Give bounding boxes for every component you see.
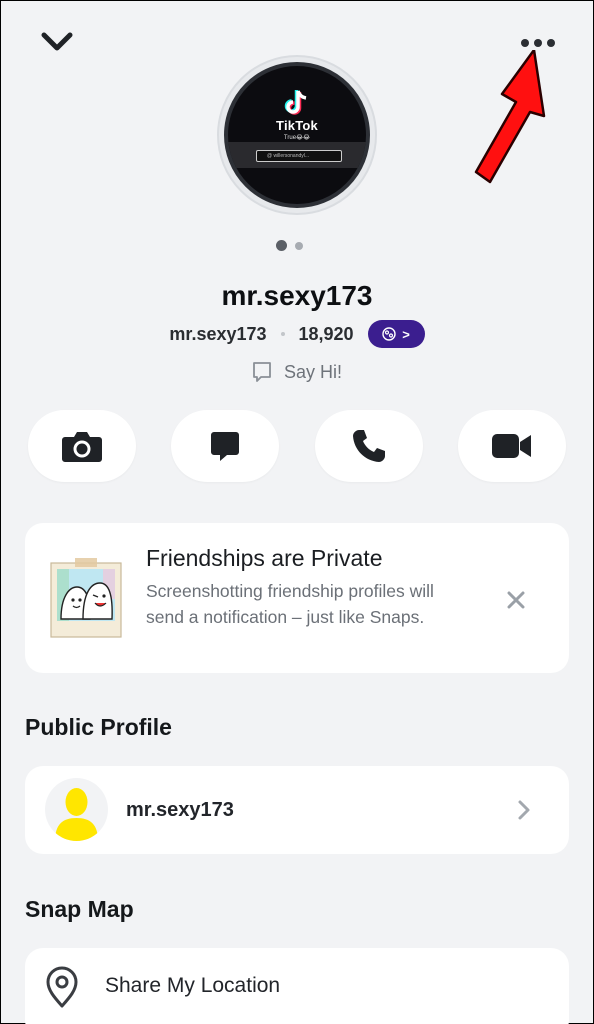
public-profile-heading: Public Profile	[25, 714, 172, 740]
more-horizontal-icon	[521, 39, 529, 47]
cancer-zodiac-icon	[382, 327, 396, 341]
say-hi-label: Say Hi!	[283, 361, 343, 382]
snap-map-heading: Snap Map	[25, 896, 134, 922]
display-name: mr.sexy173	[221, 280, 373, 311]
chevron-right-icon	[518, 800, 530, 820]
chat-bubble-outline-icon	[253, 362, 271, 382]
avatar-page-indicator	[276, 240, 303, 251]
chat-button[interactable]	[171, 410, 280, 482]
separator-dot	[280, 332, 285, 336]
public-profile-row[interactable]: mr.sexy173	[25, 766, 569, 854]
tiktok-handle: @ willersonandyl...	[256, 150, 342, 162]
phone-icon	[352, 430, 385, 462]
friendship-privacy-card: Friendships are Private Screenshotting f…	[25, 523, 569, 673]
tiktok-logo-icon	[284, 90, 307, 115]
privacy-card-title: Friendships are Private	[146, 545, 383, 571]
username: mr.sexy173	[169, 323, 267, 344]
video-icon	[491, 434, 531, 458]
action-buttons-row	[28, 410, 566, 482]
snap-score[interactable]: 18,920	[299, 324, 354, 345]
friends-polaroid-illustration	[50, 558, 122, 638]
camera-button[interactable]	[28, 410, 136, 482]
privacy-card-body: Screenshotting friendship profiles will …	[146, 581, 434, 627]
dismiss-card-button[interactable]	[503, 587, 529, 613]
profile-meta-row: mr.sexy173 18,920 >	[0, 320, 594, 348]
zodiac-chevron: >	[402, 326, 410, 342]
chevron-down-icon	[41, 32, 73, 51]
bitmoji-silhouette-icon	[55, 788, 98, 841]
say-hi-button[interactable]: Say Hi!	[0, 361, 594, 383]
call-button[interactable]	[314, 410, 423, 482]
zodiac-badge[interactable]: >	[367, 320, 425, 348]
share-location-row[interactable]: Share My Location	[25, 948, 569, 1024]
chat-icon	[211, 432, 240, 461]
close-icon	[507, 591, 525, 609]
profile-avatar[interactable]: TikTok True😂😂 @ willersonandyl...	[217, 55, 377, 215]
avatar-image: TikTok True😂😂 @ willersonandyl...	[224, 62, 370, 208]
public-profile-name: mr.sexy173	[126, 799, 234, 821]
camera-icon	[62, 432, 102, 462]
page-dot	[295, 241, 303, 250]
back-button[interactable]	[40, 28, 74, 56]
location-pin-icon	[46, 966, 78, 1008]
page-dot-active	[276, 240, 287, 251]
red-arrow-annotation	[474, 50, 546, 184]
bitmoji-avatar	[45, 778, 108, 841]
video-call-button[interactable]	[457, 410, 566, 482]
tiktok-caption: True😂😂	[283, 135, 311, 141]
share-location-label: Share My Location	[105, 974, 281, 997]
tiktok-brand-text: TikTok	[276, 118, 318, 133]
